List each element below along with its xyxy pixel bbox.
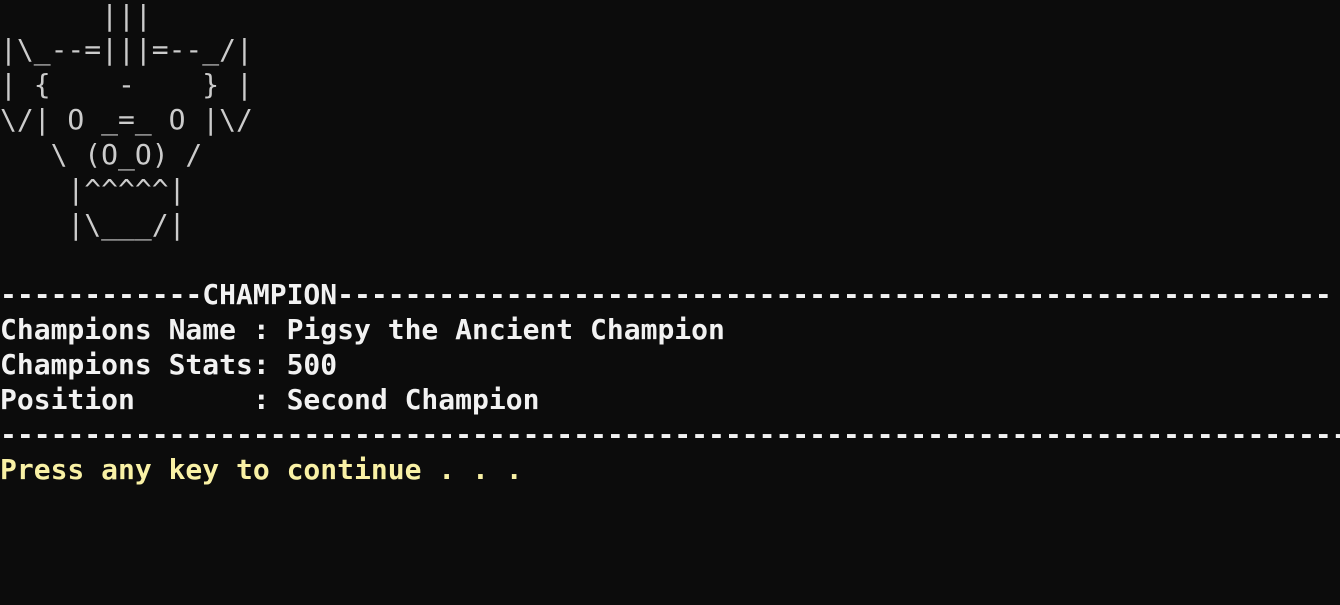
- champion-name-line: Champions Name : Pigsy the Ancient Champ…: [0, 313, 725, 346]
- ascii-art-line-7: |\___/|: [0, 208, 186, 241]
- ascii-art-line-3: | { - } |: [0, 68, 253, 101]
- ascii-art-line-2: |\_--=|||=--_/|: [0, 33, 253, 66]
- ascii-art-line-5: \ (O_O) /: [0, 138, 203, 171]
- champion-header-rule: ------------CHAMPION--------------------…: [0, 278, 1332, 311]
- console-window: ||| |\_--=|||=--_/| | { - } | \/| O _=_ …: [0, 0, 1340, 605]
- ascii-art-line-6: |^^^^^|: [0, 173, 186, 206]
- press-any-key-prompt[interactable]: Press any key to continue . . .: [0, 452, 523, 487]
- footer-rule: ----------------------------------------…: [0, 418, 1340, 451]
- champion-position-line: Position : Second Champion: [0, 383, 540, 416]
- ascii-art-line-4: \/| O _=_ O |\/: [0, 103, 253, 136]
- ascii-art-line-1: |||: [0, 0, 152, 32]
- champion-stats-line: Champions Stats: 500: [0, 348, 338, 381]
